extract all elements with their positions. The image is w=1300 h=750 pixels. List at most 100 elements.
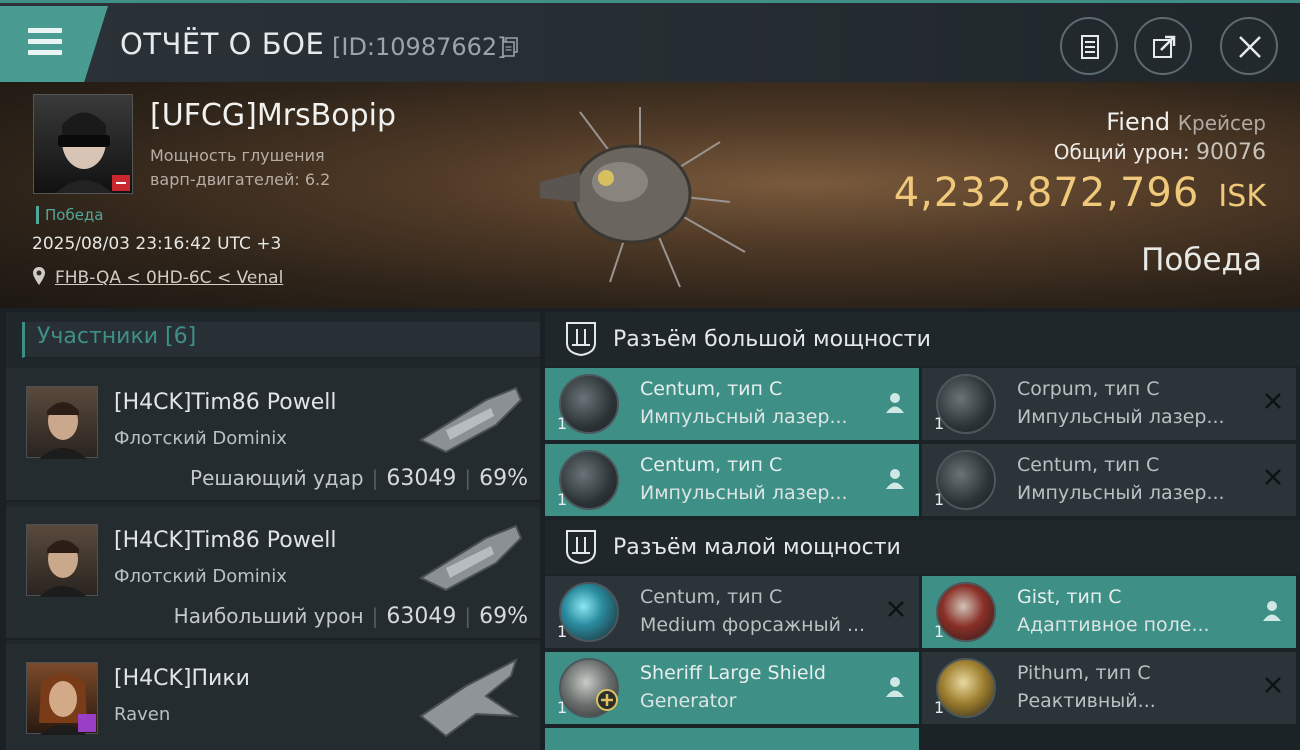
low-slot-title: Разъём малой мощности [613,535,901,560]
victim-ship-image [540,107,746,288]
participant-role: Решающий удар [190,466,364,490]
module-qty: 1 [934,414,945,433]
participants-header[interactable]: Участники [6] [22,322,540,358]
module-card-partial[interactable] [545,728,919,750]
copy-icon[interactable] [502,37,518,57]
close-icon [1239,36,1261,58]
person-icon [1263,601,1281,621]
person-icon [886,393,904,413]
module-name: Centum, тип C [640,586,783,608]
module-name: Centum, тип C [640,454,783,476]
reactive-hardener-icon [936,658,996,718]
participant-stats: Решающий удар | 63049 | 69% [190,466,528,491]
participant-damage: 63049 [386,604,457,629]
destroyed-x-icon [1265,677,1281,693]
isk-amount: 4,232,872,796 [893,170,1200,216]
module-qty: 1 [557,490,568,509]
victim-avatar[interactable] [33,94,133,194]
module-card[interactable]: 1 Sheriff Large Shield Generator [545,652,919,724]
battle-outcome: Победа [1141,242,1262,278]
participant-avatar [26,386,98,459]
module-type: Generator [640,690,737,712]
module-name: Pithum, тип C [1017,662,1151,684]
victim-ship[interactable]: Fiend Крейсер [1106,108,1266,136]
person-icon [886,469,904,489]
location-pin-icon [33,267,45,285]
adaptive-field-icon [936,582,996,642]
module-card[interactable]: 1 Centum, тип C Импульсный лазер... [545,368,919,440]
module-qty: 1 [557,414,568,433]
participant-card[interactable]: [H4CK]Tim86 Powell Флотский Dominix Наиб… [6,506,540,640]
module-type: Medium форсажный ... [640,614,866,636]
location-link[interactable]: FHB-QA < 0HD-6C < Venal [55,268,283,288]
module-card[interactable]: 1 Corpum, тип C Импульсный лазер... [922,368,1296,440]
module-card[interactable]: 1 Centum, тип C Импульсный лазер... [545,444,919,516]
participant-percent: 69% [479,604,528,629]
module-type: Импульсный лазер... [640,406,848,428]
stat-line-2: варп-двигателей: 6.2 [150,170,331,189]
victim-pilot-name[interactable]: [UFCG]MrsBopip [150,98,396,133]
participant-card[interactable]: [H4CK]Tim86 Powell Флотский Dominix Реша… [6,368,540,502]
module-card[interactable]: 1 Pithum, тип C Реактивный... [922,652,1296,724]
module-qty: 1 [557,698,568,717]
plus-icon [596,689,618,711]
module-type: Адаптивное поле... [1017,614,1210,636]
pulse-laser-icon [559,450,619,510]
low-slot-header: Разъём малой мощности [545,520,1300,574]
participants-panel: Участники [6] [H4CK]Tim86 Powell Флотски… [6,312,540,750]
corp-badge [78,714,96,732]
destroyed-x-icon [888,601,904,617]
victim-ship-name: Fiend [1106,108,1171,136]
share-icon [1153,35,1176,58]
document-icon [1081,35,1099,59]
participant-ship-image [418,386,523,454]
isk-unit: ISK [1218,179,1266,214]
low-slot-icon [566,530,596,565]
report-document-button[interactable] [1060,17,1118,75]
participant-stats: Наибольший урон | 63049 | 69% [173,604,528,629]
menu-button[interactable] [0,6,108,82]
participant-ship: Флотский Dominix [114,428,287,449]
module-card[interactable]: 1 Gist, тип C Адаптивное поле... [922,576,1296,648]
pulse-laser-icon [936,374,996,434]
victim-summary: [UFCG]MrsBopip Мощность глушения варп-дв… [0,82,1300,308]
close-button[interactable] [1220,17,1278,75]
participant-role: Наибольший урон [173,604,364,628]
module-type: Импульсный лазер... [640,482,848,504]
kill-datetime: 2025/08/03 23:16:42 UTC +3 [32,234,282,254]
participant-damage: 63049 [386,466,457,491]
warp-scramble-stat: Мощность глушения варп-двигателей: 6.2 [150,144,330,192]
result-tag: Победа [36,206,104,224]
fitting-panel: Разъём большой мощности 1 Centum, тип C … [545,312,1300,750]
share-button[interactable] [1134,17,1192,75]
module-type: Импульсный лазер... [1017,482,1225,504]
participant-name: [H4CK]Tim86 Powell [114,528,337,553]
stat-line-1: Мощность глушения [150,146,325,165]
top-bar: ОТЧЁТ О БОЕ [ID:10987662] [0,0,1300,82]
participant-ship-image [419,658,520,738]
module-name: Sheriff Large Shield [640,662,826,684]
hostile-badge [112,175,130,191]
participant-ship-image [418,524,523,592]
pilot-portrait-icon [39,540,87,597]
isk-value: 4,232,872,796 ISK [894,170,1266,216]
participant-name: [H4CK]Tim86 Powell [114,390,337,415]
participant-avatar [26,662,98,735]
module-card[interactable]: 1 Centum, тип C Импульсный лазер... [922,444,1296,516]
participant-avatar [26,524,98,597]
module-qty: 1 [557,622,568,641]
module-qty: 1 [934,490,945,509]
participant-ship: Флотский Dominix [114,566,287,587]
page-title: ОТЧЁТ О БОЕ [120,27,325,61]
module-qty: 1 [934,698,945,717]
participant-card[interactable]: [H4CK]Пики Raven [6,644,540,750]
module-name: Corpum, тип C [1017,378,1160,400]
victim-ship-class: Крейсер [1177,111,1266,135]
damage-value: 90076 [1196,140,1266,165]
high-slot-title: Разъём большой мощности [613,327,931,352]
hamburger-icon [28,28,62,58]
participant-percent: 69% [479,466,528,491]
module-card[interactable]: 1 Centum, тип C Medium форсажный ... [545,576,919,648]
module-name: Centum, тип C [640,378,783,400]
module-name: Gist, тип C [1017,586,1122,608]
